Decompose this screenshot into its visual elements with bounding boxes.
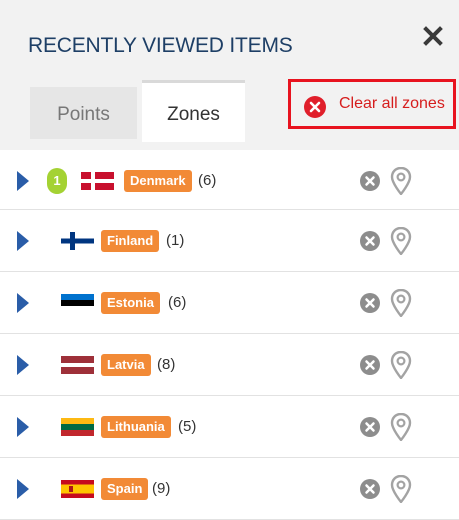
remove-zone-icon[interactable] <box>359 354 381 376</box>
map-pin-icon[interactable] <box>390 474 412 503</box>
zone-row-latvia: Latvia (8) <box>0 334 459 396</box>
map-pin-icon[interactable] <box>390 288 412 317</box>
zone-row-lithuania: Lithuania (5) <box>0 396 459 458</box>
zone-count: (6) <box>168 293 187 311</box>
expand-arrow-icon[interactable] <box>17 292 29 313</box>
close-icon[interactable] <box>423 26 443 46</box>
remove-zone-icon[interactable] <box>359 292 381 314</box>
denmark-flag-icon <box>81 171 114 190</box>
expand-arrow-icon[interactable] <box>17 478 29 499</box>
zone-tag[interactable]: Estonia <box>101 291 160 314</box>
zone-tag[interactable]: Finland <box>101 229 160 252</box>
zone-tag[interactable]: Denmark <box>124 169 192 192</box>
map-pin-icon[interactable] <box>390 226 412 255</box>
zone-row-spain: Spain (9) <box>0 458 459 520</box>
panel-title: RECENTLY VIEWED ITEMS <box>28 34 293 57</box>
remove-zone-icon[interactable] <box>359 170 381 192</box>
spain-flag-icon <box>61 479 94 498</box>
zone-tag[interactable]: Lithuania <box>101 415 171 438</box>
zone-row-estonia: Estonia (6) <box>0 272 459 334</box>
map-pin-icon[interactable] <box>390 350 412 379</box>
zone-tag[interactable]: Latvia <box>101 353 151 376</box>
clear-all-zones-label: Clear all zones <box>339 95 445 112</box>
zone-count: (1) <box>166 231 185 249</box>
expand-arrow-icon[interactable] <box>17 416 29 437</box>
zone-count: (8) <box>157 355 176 373</box>
zone-row-finland: Finland (1) <box>0 210 459 272</box>
map-pin-icon[interactable] <box>390 166 412 195</box>
remove-zone-icon[interactable] <box>359 230 381 252</box>
panel-header: RECENTLY VIEWED ITEMS Points Zones Clear… <box>0 0 459 150</box>
remove-zone-icon[interactable] <box>359 416 381 438</box>
tab-points[interactable]: Points <box>30 87 137 139</box>
zone-count: (6) <box>198 171 217 189</box>
lithuania-flag-icon <box>61 417 94 436</box>
zone-row-denmark: 1 Denmark (6) <box>0 152 459 210</box>
expand-arrow-icon[interactable] <box>17 230 29 251</box>
expand-arrow-icon[interactable] <box>17 170 29 191</box>
map-pin-icon[interactable] <box>390 412 412 441</box>
clear-circle-x-icon <box>304 96 326 118</box>
remove-zone-icon[interactable] <box>359 478 381 500</box>
zone-tag[interactable]: Spain <box>101 477 149 500</box>
zone-count: (9) <box>152 479 171 497</box>
finland-flag-icon <box>61 231 94 250</box>
zone-list: 1 Denmark (6) Finland (1) Estonia (6) La… <box>0 152 459 520</box>
level-badge: 1 <box>47 167 67 194</box>
tab-zones[interactable]: Zones <box>142 80 245 142</box>
expand-arrow-icon[interactable] <box>17 354 29 375</box>
clear-all-zones-button[interactable]: Clear all zones <box>288 79 456 129</box>
zone-count: (5) <box>178 417 197 435</box>
estonia-flag-icon <box>61 293 94 312</box>
latvia-flag-icon <box>61 355 94 374</box>
